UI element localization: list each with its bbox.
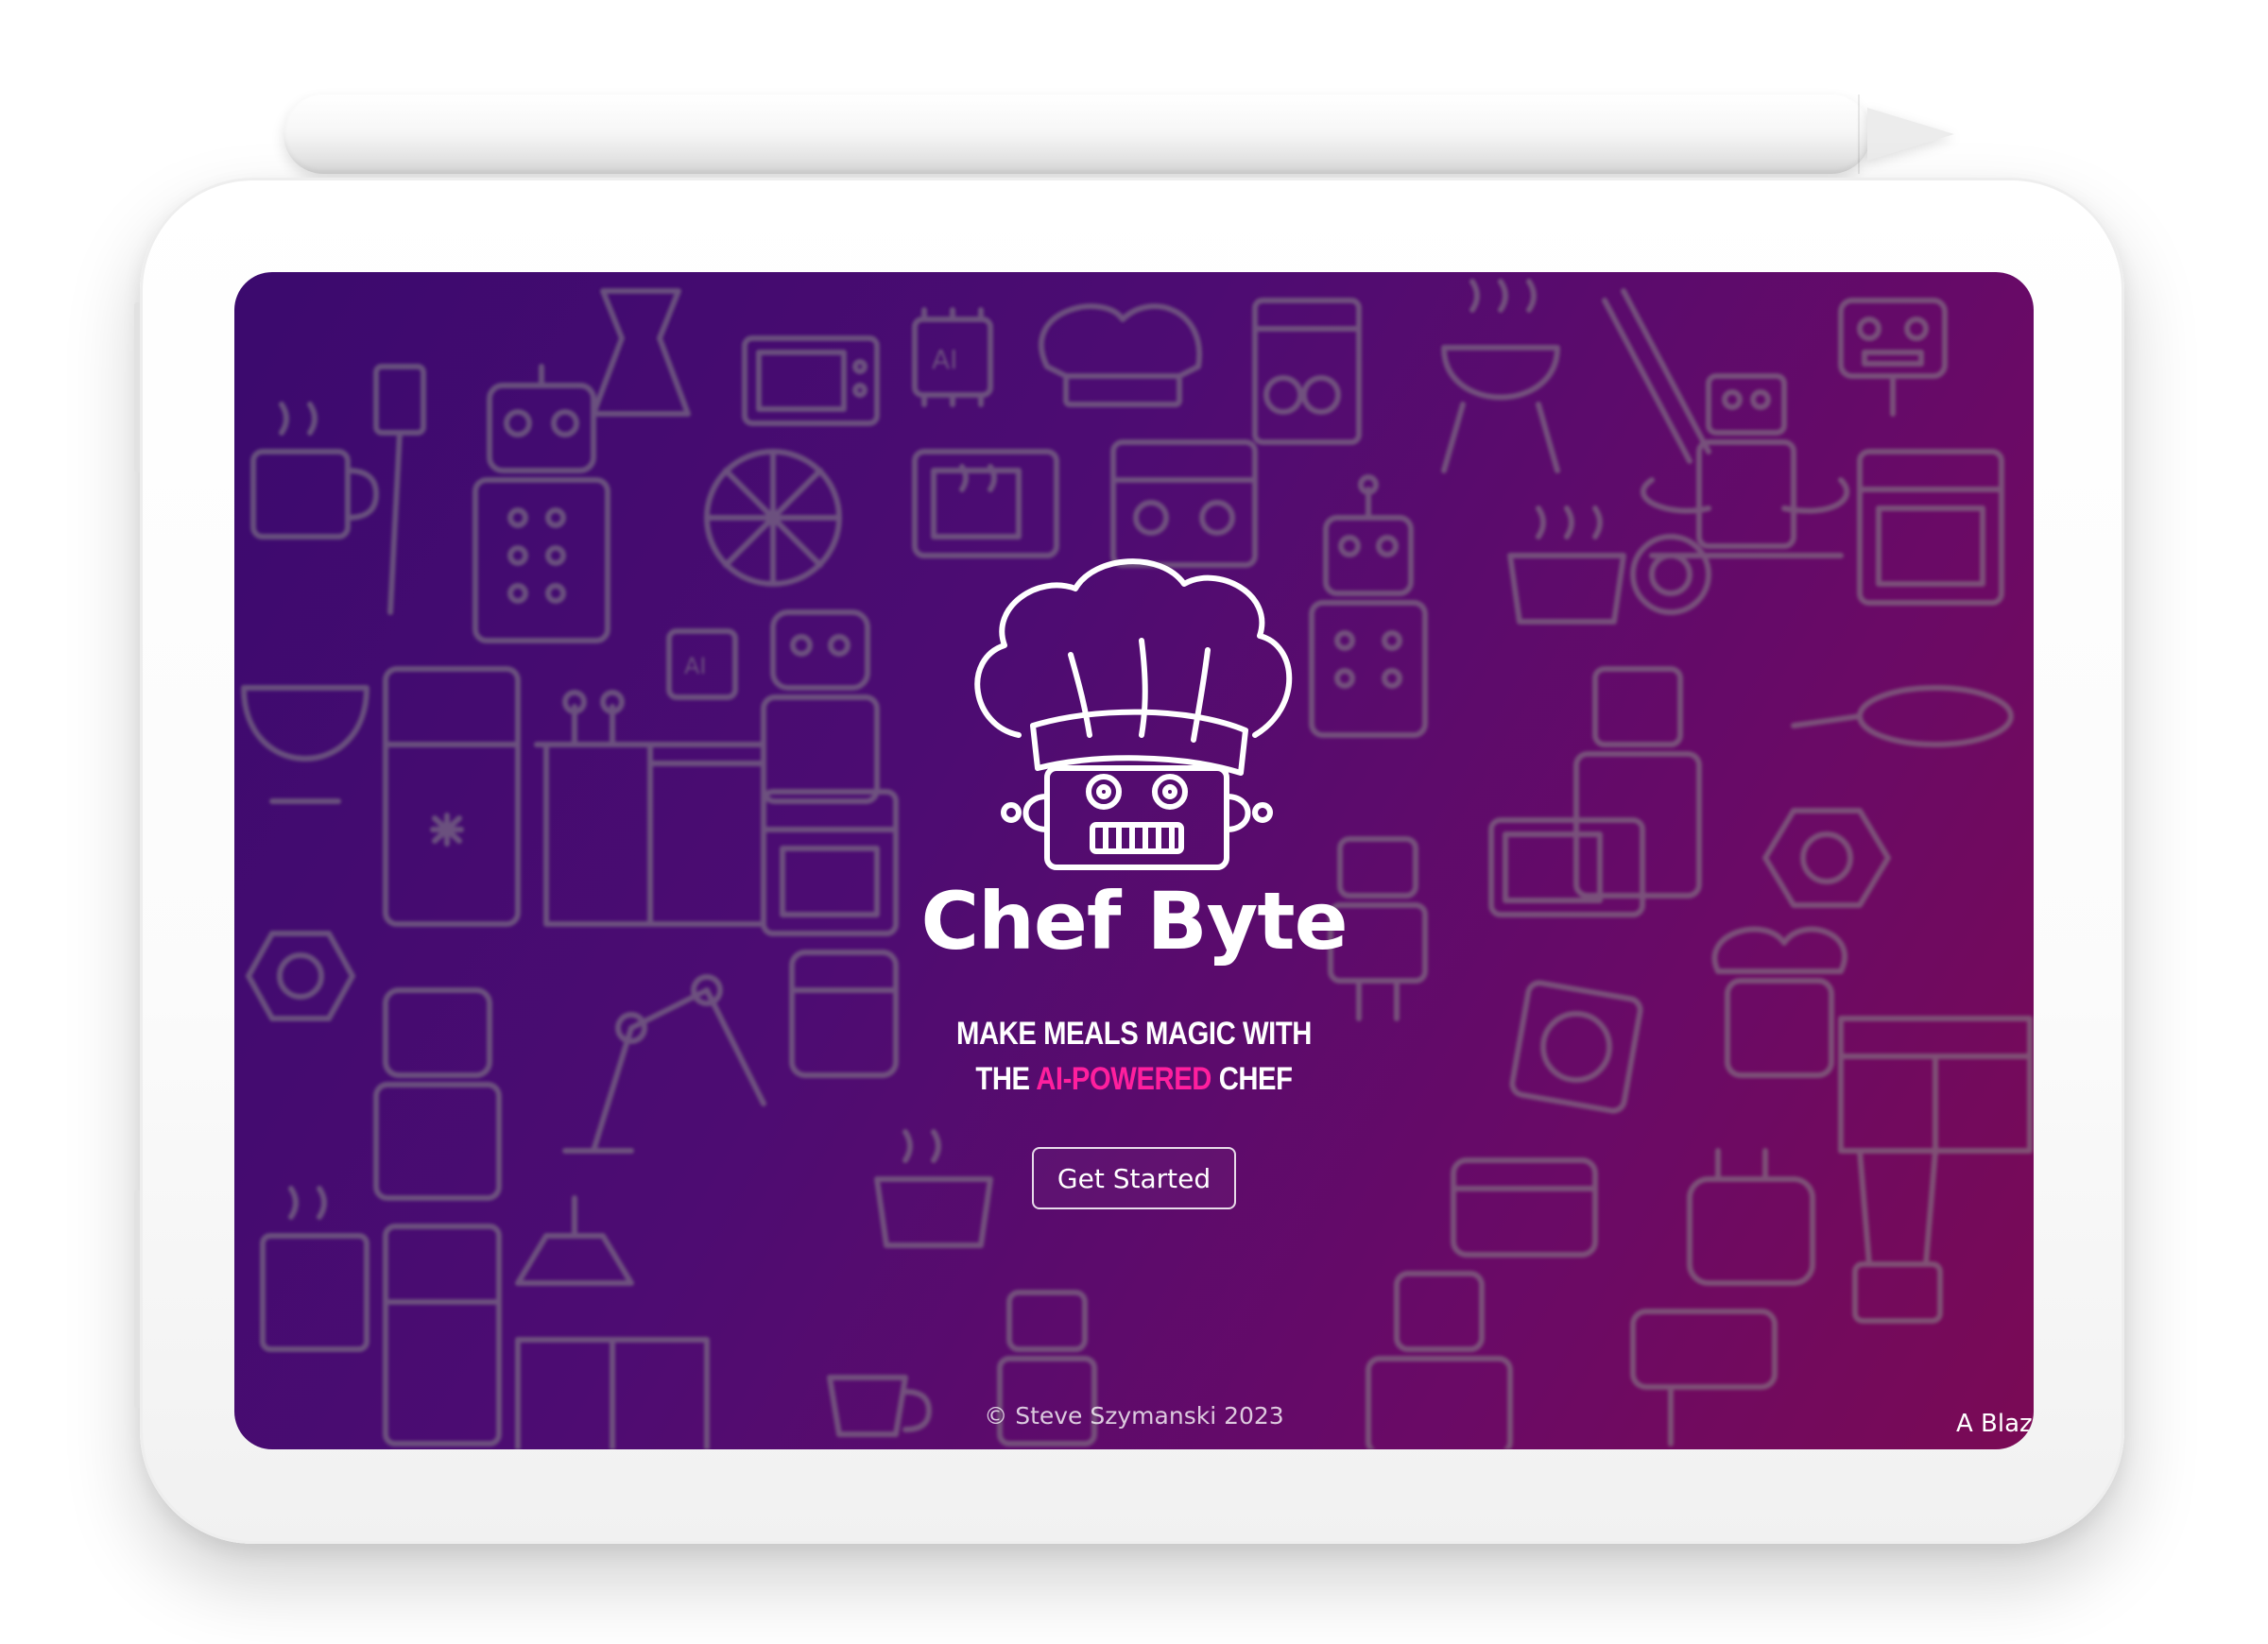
tagline-line-2: THE AI-POWERED CHEF bbox=[360, 1056, 1907, 1102]
pencil-tip bbox=[1867, 108, 1954, 161]
pencil-band bbox=[1858, 94, 1860, 174]
get-started-button[interactable]: Get Started bbox=[1032, 1147, 1236, 1209]
hero-section: Chef Byte MAKE MEALS MAGIC WITH THE AI-P… bbox=[234, 272, 2034, 1449]
credit-text: A Blaz bbox=[1956, 1410, 2033, 1438]
tagline: MAKE MEALS MAGIC WITH THE AI-POWERED CHE… bbox=[360, 1011, 1907, 1102]
device-mockup: AI AI Chef Byte MAKE MEALS MAGIC WITH TH… bbox=[0, 0, 2268, 1644]
tagline-accent: AI-POWERED bbox=[1036, 1061, 1211, 1097]
tablet-side-button bbox=[134, 1190, 140, 1408]
copyright-text: © Steve Szymanski 2023 bbox=[984, 1402, 1284, 1430]
tablet-side-button bbox=[134, 302, 140, 472]
tagline-suffix: CHEF bbox=[1211, 1061, 1293, 1097]
stylus-pencil bbox=[284, 94, 1871, 174]
robot-chef-logo-icon bbox=[974, 558, 1293, 870]
app-title: Chef Byte bbox=[920, 875, 1348, 968]
tagline-line-1: MAKE MEALS MAGIC WITH bbox=[956, 1016, 1312, 1052]
app-screen: AI AI Chef Byte MAKE MEALS MAGIC WITH TH… bbox=[234, 272, 2034, 1449]
tagline-prefix: THE bbox=[975, 1061, 1037, 1097]
